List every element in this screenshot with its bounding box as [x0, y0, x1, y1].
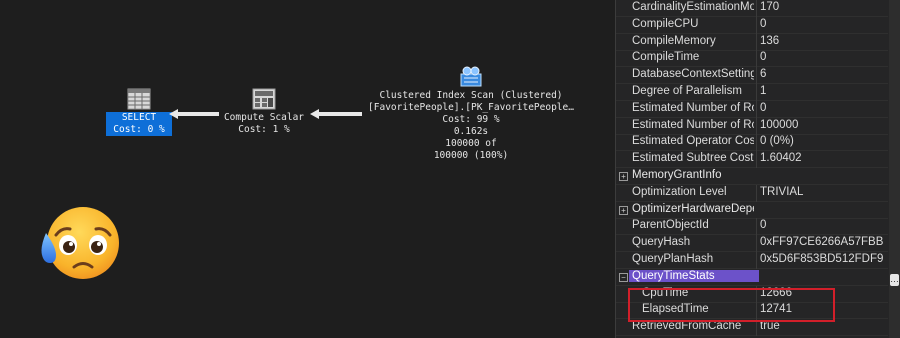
column-divider[interactable] [756, 33, 757, 51]
property-value: 6 [760, 68, 767, 81]
column-divider[interactable] [756, 235, 757, 253]
properties-scrollbar[interactable]: … [889, 0, 900, 338]
column-divider[interactable] [756, 84, 757, 101]
flow-arrow-2 [310, 109, 362, 119]
column-divider[interactable] [756, 50, 757, 68]
execution-plan-canvas: SELECT Cost: 0 % Compute Scalar Cost: 1 … [0, 0, 615, 338]
select-node[interactable]: SELECT Cost: 0 % [106, 88, 172, 136]
property-value: 0 [760, 219, 767, 232]
column-divider[interactable] [756, 252, 757, 269]
expand-icon[interactable]: + [619, 172, 628, 181]
property-name: CompileTime [632, 51, 700, 64]
property-row[interactable]: Estimated Number of Row 0 [616, 100, 888, 118]
property-value: 100000 [760, 118, 799, 131]
property-name: CardinalityEstimationMoc [632, 1, 754, 13]
property-value: 0 (0%) [760, 135, 794, 148]
property-value: 0 [760, 51, 767, 64]
column-divider[interactable] [756, 184, 757, 202]
property-name: Estimated Number of Row [632, 118, 754, 131]
column-divider[interactable] [756, 67, 757, 85]
expand-icon[interactable]: + [619, 205, 628, 215]
property-name: DatabaseContextSettingsl [632, 68, 754, 81]
property-row[interactable]: QueryPlanHash 0x5D6F853BD512FDF9 [616, 252, 888, 269]
property-row[interactable]: ParentObjectId 0 [616, 218, 888, 236]
properties-panel: CardinalityEstimationMoc 170 CompileCPU 0 Co… [615, 0, 900, 338]
ellipsis-button[interactable]: … [890, 274, 899, 286]
column-divider[interactable] [756, 100, 757, 118]
index-scan-object: [FavoritePeople].[PK_FavoritePeople… [368, 102, 574, 113]
compute-scalar-icon [252, 88, 276, 110]
query-time-stats-highlight [628, 288, 835, 322]
anxious-face-emoji-icon [41, 207, 119, 279]
compute-scalar-cost: Cost: 1 % [238, 124, 290, 135]
flow-arrow-1 [169, 109, 219, 119]
index-scan-icon [460, 66, 482, 87]
column-divider[interactable] [756, 16, 757, 34]
property-row[interactable]: QueryHash 0xFF97CE6266A57FBB [616, 235, 888, 253]
property-value: 0 [760, 101, 767, 114]
property-name: CompileMemory [632, 34, 716, 47]
property-value: 0xFF97CE6266A57FBB [760, 236, 884, 249]
property-value: 170 [760, 1, 780, 13]
property-name: Estimated Operator Cost [632, 135, 754, 148]
compute-scalar-node[interactable]: Compute Scalar Cost: 1 % [216, 88, 312, 136]
table-result-icon [127, 88, 151, 110]
property-value: 1.60402 [760, 152, 802, 165]
property-name: QueryHash [632, 236, 691, 249]
property-row[interactable]: CardinalityEstimationMoc 170 [616, 0, 888, 17]
property-row[interactable]: + MemoryGrantInfo [616, 168, 888, 185]
property-name: Estimated Subtree Cost [632, 152, 754, 165]
column-divider[interactable] [756, 134, 757, 152]
property-value: 136 [760, 34, 780, 47]
select-title: SELECT [106, 112, 172, 124]
property-row[interactable]: + OptimizerHardwareDeper [616, 202, 888, 219]
property-row[interactable]: CompileMemory 136 [616, 33, 888, 51]
property-name: OptimizerHardwareDeper [632, 202, 754, 215]
property-row[interactable]: Degree of Parallelism 1 [616, 84, 888, 101]
column-divider[interactable] [756, 151, 757, 169]
clustered-index-scan-node[interactable]: Clustered Index Scan (Clustered) [Favori… [362, 64, 580, 162]
collapse-icon[interactable]: − [619, 272, 628, 282]
column-divider[interactable] [756, 117, 757, 135]
property-row[interactable]: − QueryTimeStats [616, 269, 888, 286]
column-divider[interactable] [756, 218, 757, 236]
property-name: CompileCPU [632, 17, 699, 30]
property-row[interactable]: Estimated Number of Row 100000 [616, 117, 888, 135]
property-value: 0x5D6F853BD512FDF9 [760, 253, 884, 265]
select-cost: Cost: 0 % [106, 124, 172, 136]
property-row[interactable]: Optimization Level TRIVIAL [616, 184, 888, 202]
property-row[interactable]: DatabaseContextSettingsl 6 [616, 67, 888, 85]
property-name: QueryPlanHash [632, 253, 714, 265]
property-row[interactable]: Estimated Operator Cost 0 (0%) [616, 134, 888, 152]
index-scan-title: Clustered Index Scan (Clustered) [379, 90, 563, 101]
property-row[interactable]: Estimated Subtree Cost 1.60402 [616, 151, 888, 169]
property-name: QueryTimeStats [629, 269, 759, 282]
index-scan-time: 0.162s [453, 126, 489, 137]
property-name: ParentObjectId [632, 219, 709, 232]
property-value: 0 [760, 17, 767, 30]
index-scan-cost: Cost: 99 % [442, 114, 500, 125]
property-name: Degree of Parallelism [632, 85, 742, 97]
property-value: TRIVIAL [760, 185, 804, 198]
property-name: Optimization Level [632, 185, 727, 198]
column-divider[interactable] [756, 0, 757, 17]
index-scan-rows-pct: 100000 (100%) [433, 150, 509, 161]
property-value: 1 [760, 85, 767, 97]
property-name: Estimated Number of Row [632, 101, 754, 114]
index-scan-rows: 100000 of [445, 138, 497, 149]
compute-scalar-title: Compute Scalar [223, 112, 305, 123]
property-name: MemoryGrantInfo [632, 169, 722, 181]
property-row[interactable]: CompileTime 0 [616, 50, 888, 68]
property-row[interactable]: CompileCPU 0 [616, 16, 888, 34]
